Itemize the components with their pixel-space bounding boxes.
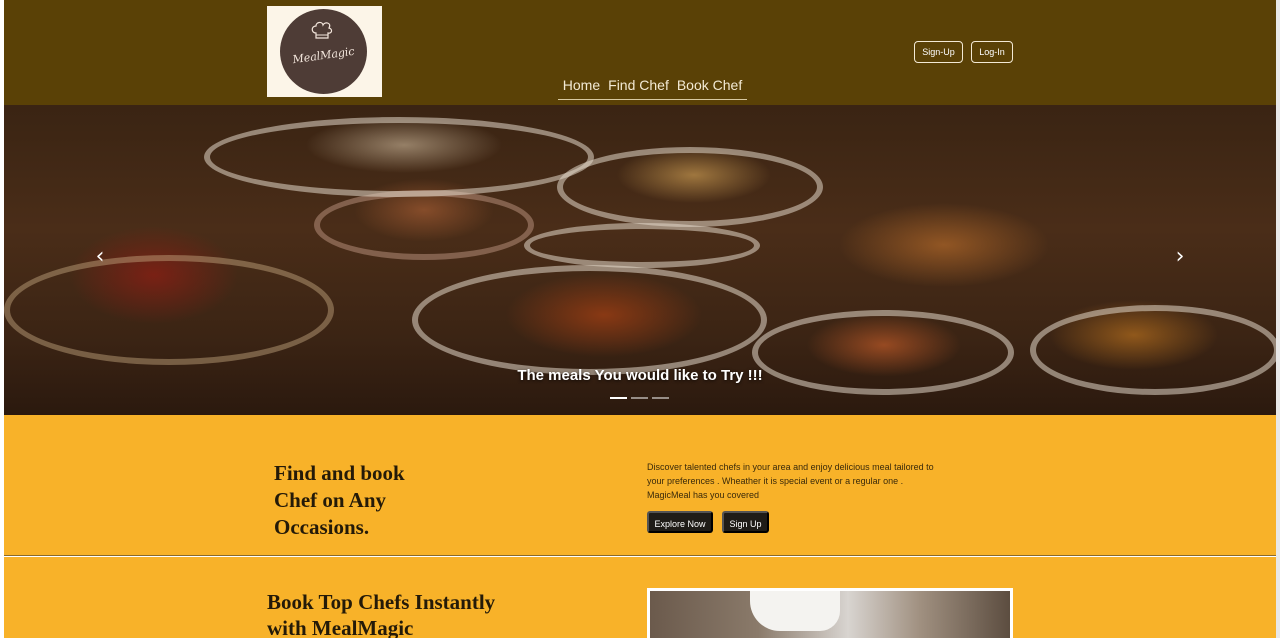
logo-text: MealMagic xyxy=(291,44,356,67)
carousel-indicators xyxy=(610,397,669,399)
intro-heading: Find and book Chef on Any Occasions. xyxy=(274,460,454,541)
main-nav: Home Find Chef Book Chef xyxy=(558,74,747,100)
book-heading-line: with MealMagic xyxy=(267,616,414,638)
hero-caption: The meals You would like to Try !!! xyxy=(517,367,763,384)
food-bowl-decoration xyxy=(412,265,767,375)
page: MealMagic Sign-Up Log-In Home Find Chef … xyxy=(4,0,1276,638)
chef-hat-shape xyxy=(750,591,840,631)
intro-heading-line: Find and book xyxy=(274,461,405,485)
nav-find-chef[interactable]: Find Chef xyxy=(608,74,669,99)
book-section: Book Top Chefs Instantly with MealMagic xyxy=(4,557,1276,638)
chevron-left-icon[interactable]: ‹ xyxy=(88,245,112,269)
signup-cta-button[interactable]: Sign Up xyxy=(722,511,769,533)
carousel-indicator[interactable] xyxy=(610,397,627,399)
chef-image xyxy=(647,588,1013,638)
food-bowl-decoration xyxy=(314,190,534,260)
signup-button[interactable]: Sign-Up xyxy=(914,41,963,63)
page-scrollbar[interactable] xyxy=(1276,0,1280,638)
chef-hat-icon xyxy=(311,21,333,39)
carousel-indicator[interactable] xyxy=(652,397,669,399)
book-heading-line: Book Top Chefs Instantly xyxy=(267,590,496,614)
site-header: MealMagic Sign-Up Log-In Home Find Chef … xyxy=(4,0,1276,105)
chevron-right-icon[interactable]: › xyxy=(1168,245,1192,269)
mealmagic-logo[interactable]: MealMagic xyxy=(267,6,382,97)
nav-book-chef[interactable]: Book Chef xyxy=(677,74,742,99)
food-bowl-decoration xyxy=(4,255,334,365)
intro-section: Find and book Chef on Any Occasions. Dis… xyxy=(4,415,1276,556)
intro-description: Discover talented chefs in your area and… xyxy=(647,462,934,500)
food-bowl-decoration xyxy=(524,223,760,268)
book-heading: Book Top Chefs Instantly with MealMagic xyxy=(267,589,547,638)
login-button[interactable]: Log-In xyxy=(971,41,1013,63)
hero-carousel: ‹ › The meals You would like to Try !!! xyxy=(4,105,1276,415)
food-bowl-decoration xyxy=(557,147,823,227)
food-bowl-decoration xyxy=(204,117,594,197)
carousel-indicator[interactable] xyxy=(631,397,648,399)
intro-heading-line: Chef on Any xyxy=(274,488,387,512)
explore-now-button[interactable]: Explore Now xyxy=(647,511,713,533)
intro-heading-line: Occasions. xyxy=(274,515,370,539)
nav-home[interactable]: Home xyxy=(563,74,600,99)
logo-badge: MealMagic xyxy=(280,9,367,94)
